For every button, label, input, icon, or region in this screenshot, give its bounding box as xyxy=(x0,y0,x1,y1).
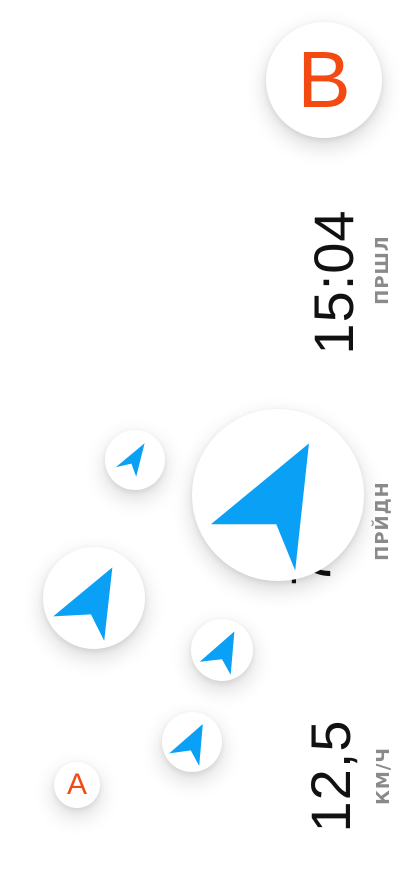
origin-pin[interactable]: A xyxy=(54,762,100,808)
position-marker[interactable] xyxy=(43,547,145,649)
speed-unit: КМ/Ч xyxy=(373,747,394,805)
navigation-arrow-icon xyxy=(199,631,235,675)
position-marker[interactable] xyxy=(105,430,165,490)
arrival-time-unit: ПРШЛ xyxy=(372,235,393,305)
speed-value: 12,5 xyxy=(299,719,362,833)
destination-pin[interactable]: B xyxy=(266,22,382,138)
arrival-time-value: 15:04 xyxy=(302,209,365,355)
navigation-arrow-icon xyxy=(115,443,145,477)
navigation-arrow-icon xyxy=(210,443,309,571)
navigation-arrow-icon xyxy=(53,567,113,641)
navigation-arrow-icon xyxy=(169,724,203,766)
current-position-marker[interactable] xyxy=(192,409,364,581)
destination-pin-label: B xyxy=(297,35,351,124)
position-marker[interactable] xyxy=(191,619,253,681)
position-marker[interactable] xyxy=(162,712,222,772)
navigation-screen: B 15:04 ПРШЛ 7 ПРЙДН 12,5 КМ/Ч xyxy=(0,0,419,896)
origin-pin-label: A xyxy=(66,768,87,801)
remaining-unit: ПРЙДН xyxy=(372,481,393,561)
